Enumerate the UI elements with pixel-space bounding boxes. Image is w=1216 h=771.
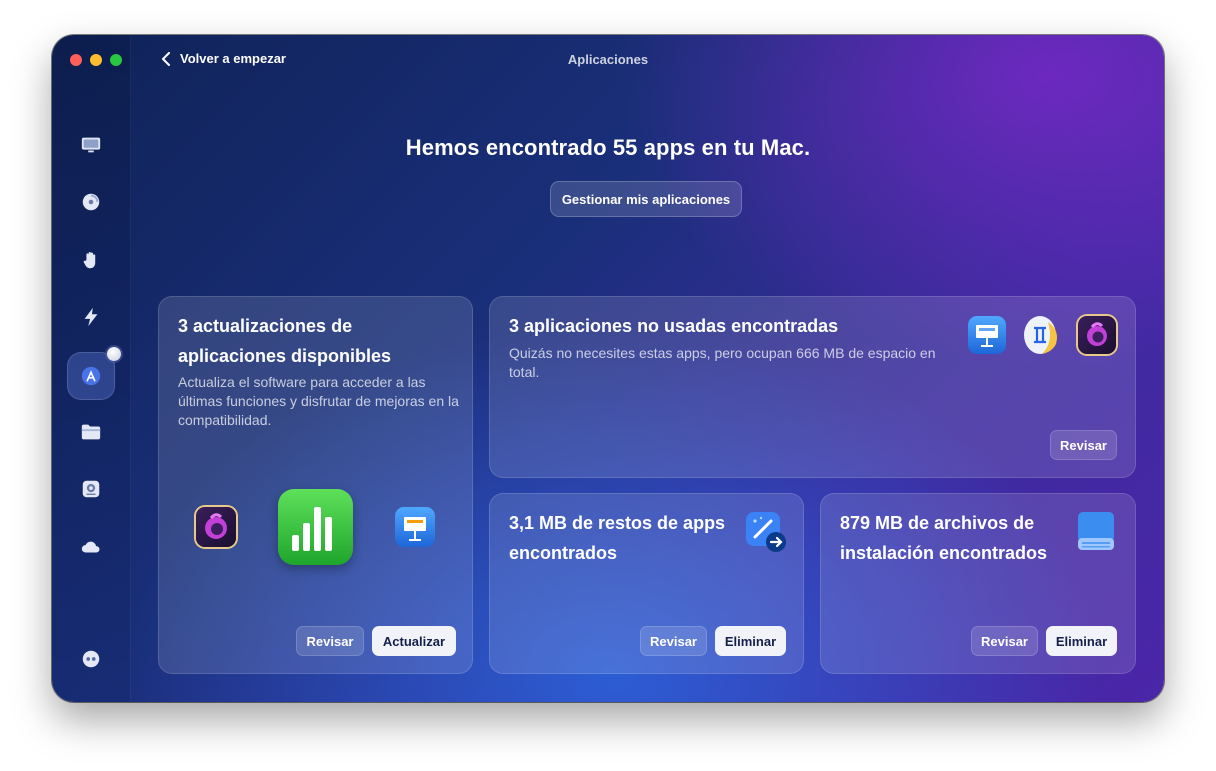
- lightning-icon: [84, 307, 98, 327]
- window-title: Aplicaciones: [567, 52, 649, 67]
- assistant-icon: [82, 650, 100, 668]
- page-headline: Hemos encontrado 55 apps en tu Mac.: [405, 135, 811, 160]
- app-icon-purple-shape: [1078, 316, 1116, 354]
- leftovers-remove-button[interactable]: Eliminar: [715, 626, 786, 656]
- sidebar-item-my-clutter[interactable]: [76, 417, 106, 447]
- updates-review-button[interactable]: Revisar: [296, 626, 364, 656]
- unused-review-button[interactable]: Revisar: [1050, 430, 1117, 460]
- sidebar-item-assistant[interactable]: [76, 644, 106, 674]
- app-icon-purple-shape: [196, 507, 236, 547]
- installers-review-button[interactable]: Revisar: [971, 626, 1038, 656]
- sidebar-item-cleanup[interactable]: [76, 187, 106, 217]
- installers-title-line2: instalación encontrados: [840, 543, 1048, 563]
- disc-icon: [82, 193, 100, 211]
- gemini-app-icon: [1020, 312, 1064, 356]
- installers-card: 879 MB de archivos de instalación encont…: [820, 493, 1136, 674]
- leftovers-title-line1: 3,1 MB de restos de apps: [509, 513, 726, 533]
- unused-apps-card: 3 aplicaciones no usadas encontradas Qui…: [489, 296, 1136, 478]
- unused-card-description: Quizás no necesites estas apps, pero ocu…: [509, 345, 936, 380]
- app-store-icon: [81, 366, 101, 386]
- cloud-icon: [81, 541, 100, 553]
- leftovers-card: 3,1 MB de restos de apps encontrados Rev…: [489, 493, 804, 674]
- installers-title-line1: 879 MB de archivos de: [840, 513, 1035, 533]
- drive-icon: [82, 480, 100, 498]
- notification-dot: [107, 347, 121, 361]
- updates-title-line1: 3 actualizaciones de: [178, 316, 353, 336]
- leftovers-review-button[interactable]: Revisar: [640, 626, 707, 656]
- keynote-app-icon: [968, 316, 1006, 354]
- updates-card-description: Actualiza el software para acceder a las…: [178, 374, 459, 428]
- update-button[interactable]: Actualizar: [372, 626, 456, 656]
- keynote-app-icon: [395, 507, 435, 547]
- uninstaller-icon: [743, 509, 787, 553]
- sidebar-item-space-lens[interactable]: [76, 474, 106, 504]
- sidebar-item-cloud[interactable]: [76, 532, 106, 562]
- unused-card-title: 3 aplicaciones no usadas encontradas: [509, 316, 839, 336]
- sidebar-item-applications[interactable]: [67, 347, 121, 400]
- installer-drive-icon: [1075, 510, 1117, 554]
- updates-card-title: 3 actualizaciones de aplicaciones dispon…: [178, 311, 458, 371]
- numbers-app-icon: [278, 489, 353, 565]
- installers-card-title: 879 MB de archivos de instalación encont…: [840, 508, 1080, 568]
- app-window: Volver a empezar Aplicaciones Hemos enco…: [52, 35, 1164, 702]
- sidebar-item-protection[interactable]: [76, 245, 106, 275]
- hand-icon: [83, 252, 96, 269]
- installers-remove-button[interactable]: Eliminar: [1046, 626, 1117, 656]
- manage-apps-button[interactable]: Gestionar mis aplicaciones: [550, 181, 742, 217]
- updates-card: 3 actualizaciones de aplicaciones dispon…: [158, 296, 473, 674]
- leftovers-title-line2: encontrados: [509, 543, 618, 563]
- updates-title-line2: aplicaciones disponibles: [178, 346, 392, 366]
- folder-icon: [81, 424, 101, 440]
- sidebar-item-performance[interactable]: [76, 302, 106, 332]
- leftovers-card-title: 3,1 MB de restos de apps encontrados: [509, 508, 749, 568]
